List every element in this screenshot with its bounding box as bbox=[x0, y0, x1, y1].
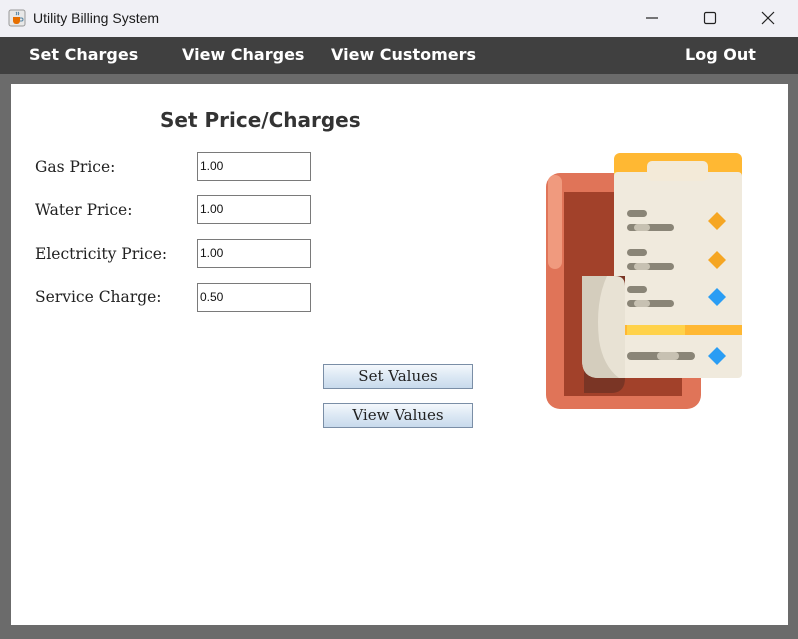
water-price-field[interactable]: 1.00 bbox=[197, 195, 311, 224]
bill-receipt-icon bbox=[546, 153, 742, 409]
gas-price-label: Gas Price: bbox=[35, 158, 116, 176]
set-values-button[interactable]: Set Values bbox=[323, 364, 473, 389]
water-price-label: Water Price: bbox=[35, 201, 133, 219]
maximize-button[interactable] bbox=[682, 0, 740, 37]
menu-set-charges[interactable]: Set Charges bbox=[29, 45, 138, 64]
window-title: Utility Billing System bbox=[33, 10, 160, 26]
service-charge-label: Service Charge: bbox=[35, 288, 162, 306]
content-panel: Set Price/Charges Gas Price: 1.00 Water … bbox=[11, 84, 788, 625]
electricity-price-field[interactable]: 1.00 bbox=[197, 239, 311, 268]
close-button[interactable] bbox=[740, 0, 798, 37]
menu-view-customers[interactable]: View Customers bbox=[331, 45, 476, 64]
menu-log-out[interactable]: Log Out bbox=[685, 45, 756, 64]
page-title: Set Price/Charges bbox=[160, 108, 361, 132]
minimize-icon bbox=[646, 17, 658, 19]
gas-price-field[interactable]: 1.00 bbox=[197, 152, 311, 181]
close-icon bbox=[761, 11, 775, 25]
window-title-bar[interactable]: Utility Billing System bbox=[0, 0, 798, 37]
service-charge-field[interactable]: 0.50 bbox=[197, 283, 311, 312]
java-cup-icon bbox=[8, 9, 26, 27]
minimize-button[interactable] bbox=[624, 0, 682, 37]
electricity-price-label: Electricity Price: bbox=[35, 245, 168, 263]
view-values-button[interactable]: View Values bbox=[323, 403, 473, 428]
maximize-icon bbox=[703, 11, 717, 25]
menu-view-charges[interactable]: View Charges bbox=[182, 45, 304, 64]
menu-bar: Set Charges View Charges View Customers … bbox=[0, 37, 798, 74]
